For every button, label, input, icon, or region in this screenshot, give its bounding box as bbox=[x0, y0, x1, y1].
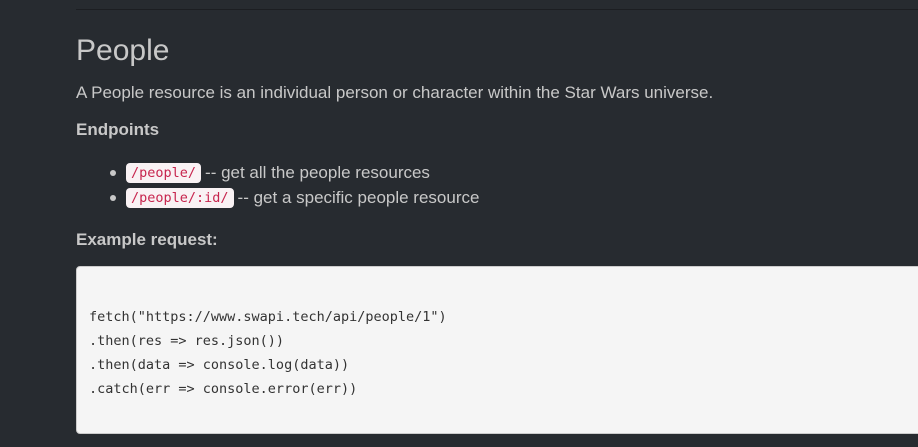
endpoints-heading: Endpoints bbox=[76, 120, 160, 139]
code-line: .then(res => res.json()) bbox=[89, 333, 285, 349]
endpoint-path: /people/:id/ bbox=[126, 188, 234, 208]
code-line: .catch(err => console.error(err)) bbox=[89, 381, 358, 397]
endpoint-description: -- get a specific people resource bbox=[237, 188, 480, 207]
endpoint-item-people-list: /people/-- get all the people resources bbox=[76, 160, 479, 185]
endpoint-path: /people/ bbox=[126, 163, 202, 183]
example-code-block[interactable]: fetch("https://www.swapi.tech/api/people… bbox=[76, 266, 918, 434]
endpoint-description: -- get all the people resources bbox=[205, 163, 430, 182]
page-title: People bbox=[76, 34, 170, 67]
example-request-heading: Example request: bbox=[76, 230, 218, 249]
code-line: .then(data => console.log(data)) bbox=[89, 357, 350, 373]
resource-description: A People resource is an individual perso… bbox=[76, 83, 714, 102]
top-divider bbox=[76, 9, 918, 10]
endpoint-list: /people/-- get all the people resources … bbox=[76, 160, 479, 210]
endpoint-item-people-detail: /people/:id/-- get a specific people res… bbox=[76, 185, 479, 210]
code-line: fetch("https://www.swapi.tech/api/people… bbox=[89, 309, 447, 325]
bullet-icon bbox=[110, 170, 116, 176]
bullet-icon bbox=[110, 195, 116, 201]
